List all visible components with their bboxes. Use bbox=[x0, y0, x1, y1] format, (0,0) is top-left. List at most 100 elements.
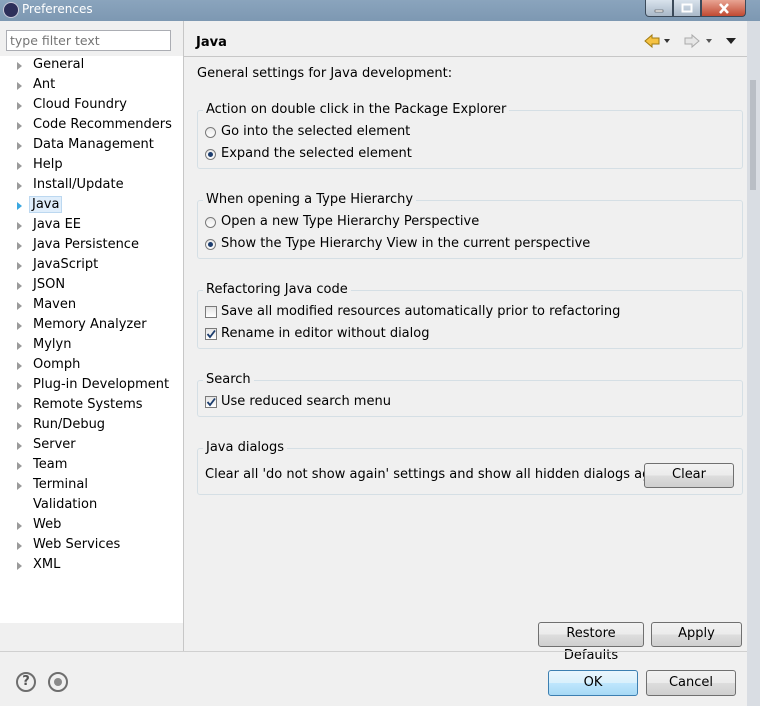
tree-item-label: Code Recommenders bbox=[33, 117, 172, 132]
tree-item-help[interactable]: Help bbox=[0, 156, 183, 176]
expand-arrow-icon[interactable] bbox=[17, 362, 22, 370]
restore-defaults-button[interactable]: Restore Defaults bbox=[538, 622, 644, 663]
show-view-label[interactable]: Show the Type Hierarchy View in the curr… bbox=[221, 236, 590, 251]
close-button[interactable] bbox=[701, 0, 746, 17]
expand-arrow-icon[interactable] bbox=[17, 402, 22, 410]
go-into-label[interactable]: Go into the selected element bbox=[221, 124, 410, 139]
save-modified-label[interactable]: Save all modified resources automaticall… bbox=[221, 304, 620, 319]
open-perspective-label[interactable]: Open a new Type Hierarchy Perspective bbox=[221, 214, 479, 229]
view-menu-button[interactable] bbox=[724, 33, 738, 53]
expand-arrow-icon[interactable] bbox=[17, 382, 22, 390]
apply-button[interactable]: Apply bbox=[651, 622, 742, 647]
tree-item-web-services[interactable]: Web Services bbox=[0, 536, 183, 556]
tree-item-team[interactable]: Team bbox=[0, 456, 183, 476]
tree-item-oomph[interactable]: Oomph bbox=[0, 356, 183, 376]
eclipse-app-icon bbox=[3, 2, 19, 18]
expand-arrow-icon[interactable] bbox=[17, 282, 22, 290]
expand-arrow-icon[interactable] bbox=[17, 342, 22, 350]
rename-in-editor-label[interactable]: Rename in editor without dialog bbox=[221, 326, 429, 341]
tree-item-general[interactable]: General bbox=[0, 56, 183, 76]
forward-button[interactable] bbox=[683, 33, 719, 53]
tree-item-label: Java bbox=[29, 196, 63, 213]
expand-arrow-icon[interactable] bbox=[17, 242, 22, 250]
filter-input[interactable] bbox=[10, 33, 160, 48]
tree-item-json[interactable]: JSON bbox=[0, 276, 183, 296]
help-icon[interactable]: ? bbox=[16, 672, 36, 692]
expand-arrow-icon[interactable] bbox=[17, 162, 22, 170]
tree-item-terminal[interactable]: Terminal bbox=[0, 476, 183, 496]
tree-item-memory-analyzer[interactable]: Memory Analyzer bbox=[0, 316, 183, 336]
tree-item-label: Remote Systems bbox=[33, 397, 143, 412]
expand-arrow-icon[interactable] bbox=[17, 102, 22, 110]
tree-item-label: Web bbox=[33, 517, 62, 532]
go-into-radio[interactable] bbox=[205, 127, 216, 138]
expand-arrow-icon[interactable] bbox=[17, 562, 22, 570]
tree-item-install-update[interactable]: Install/Update bbox=[0, 176, 183, 196]
minimize-icon bbox=[654, 9, 664, 13]
tree-item-javascript[interactable]: JavaScript bbox=[0, 256, 183, 276]
expand-arrow-icon[interactable] bbox=[17, 482, 22, 490]
tree-item-label: Run/Debug bbox=[33, 417, 106, 432]
expand-arrow-icon[interactable] bbox=[17, 462, 22, 470]
tree-item-xml[interactable]: XML bbox=[0, 556, 183, 576]
show-view-radio[interactable] bbox=[205, 239, 216, 250]
expand-arrow-icon[interactable] bbox=[17, 142, 22, 150]
reduced-search-label[interactable]: Use reduced search menu bbox=[221, 394, 391, 409]
open-perspective-radio[interactable] bbox=[205, 217, 216, 228]
ok-button[interactable]: OK bbox=[548, 670, 638, 696]
tree-item-ant[interactable]: Ant bbox=[0, 76, 183, 96]
expand-arrow-icon[interactable] bbox=[17, 542, 22, 550]
expand-arrow-icon[interactable] bbox=[17, 302, 22, 310]
tree-item-cloud-foundry[interactable]: Cloud Foundry bbox=[0, 96, 183, 116]
expand-arrow-icon[interactable] bbox=[17, 262, 22, 270]
reduced-search-checkbox[interactable] bbox=[205, 396, 217, 408]
tree-item-java-ee[interactable]: Java EE bbox=[0, 216, 183, 236]
import-export-icon[interactable] bbox=[48, 672, 68, 692]
bottom-separator bbox=[0, 651, 747, 652]
expand-arrow-icon[interactable] bbox=[17, 202, 22, 210]
tree-item-data-management[interactable]: Data Management bbox=[0, 136, 183, 156]
checkmark-icon bbox=[206, 397, 216, 407]
view-menu-icon bbox=[726, 38, 736, 44]
tree-item-label: Data Management bbox=[33, 137, 154, 152]
rename-in-editor-checkbox[interactable] bbox=[205, 328, 217, 340]
tree-item-remote-systems[interactable]: Remote Systems bbox=[0, 396, 183, 416]
expand-arrow-icon[interactable] bbox=[17, 522, 22, 530]
pane-divider[interactable] bbox=[183, 21, 184, 651]
minimize-button[interactable] bbox=[645, 0, 673, 17]
expand-arrow-icon[interactable] bbox=[17, 422, 22, 430]
expand-arrow-icon[interactable] bbox=[17, 62, 22, 70]
clear-button[interactable]: Clear bbox=[644, 463, 734, 488]
expand-radio[interactable] bbox=[205, 149, 216, 160]
back-button[interactable] bbox=[643, 33, 671, 53]
expand-arrow-icon[interactable] bbox=[17, 322, 22, 330]
tree-item-plug-in-development[interactable]: Plug-in Development bbox=[0, 376, 183, 396]
save-modified-checkbox[interactable] bbox=[205, 306, 217, 318]
tree-item-code-recommenders[interactable]: Code Recommenders bbox=[0, 116, 183, 136]
tree-item-java-persistence[interactable]: Java Persistence bbox=[0, 236, 183, 256]
tree-item-maven[interactable]: Maven bbox=[0, 296, 183, 316]
expand-arrow-icon[interactable] bbox=[17, 222, 22, 230]
tree-item-mylyn[interactable]: Mylyn bbox=[0, 336, 183, 356]
page-description: General settings for Java development: bbox=[197, 66, 453, 81]
expand-arrow-icon[interactable] bbox=[17, 82, 22, 90]
tree-item-web[interactable]: Web bbox=[0, 516, 183, 536]
maximize-button[interactable] bbox=[673, 0, 701, 17]
expand-arrow-icon[interactable] bbox=[17, 182, 22, 190]
tree-item-label: Plug-in Development bbox=[33, 377, 170, 392]
expand-arrow-icon[interactable] bbox=[17, 442, 22, 450]
double-click-group-label: Action on double click in the Package Ex… bbox=[203, 102, 510, 117]
tree-item-label: Help bbox=[33, 157, 63, 172]
preference-tree[interactable]: General Ant Cloud Foundry Code Recommenders… bbox=[0, 56, 183, 623]
tree-item-run-debug[interactable]: Run/Debug bbox=[0, 416, 183, 436]
refactoring-group-label: Refactoring Java code bbox=[203, 282, 351, 297]
tree-item-label: Validation bbox=[33, 497, 98, 512]
expand-arrow-icon[interactable] bbox=[17, 122, 22, 130]
cancel-button[interactable]: Cancel bbox=[646, 670, 736, 696]
tree-item-java[interactable]: Java bbox=[0, 196, 183, 216]
expand-label[interactable]: Expand the selected element bbox=[221, 146, 412, 161]
filter-field[interactable] bbox=[6, 30, 171, 51]
tree-item-label: XML bbox=[33, 557, 61, 572]
tree-item-server[interactable]: Server bbox=[0, 436, 183, 456]
tree-item-validation[interactable]: Validation bbox=[0, 496, 183, 516]
